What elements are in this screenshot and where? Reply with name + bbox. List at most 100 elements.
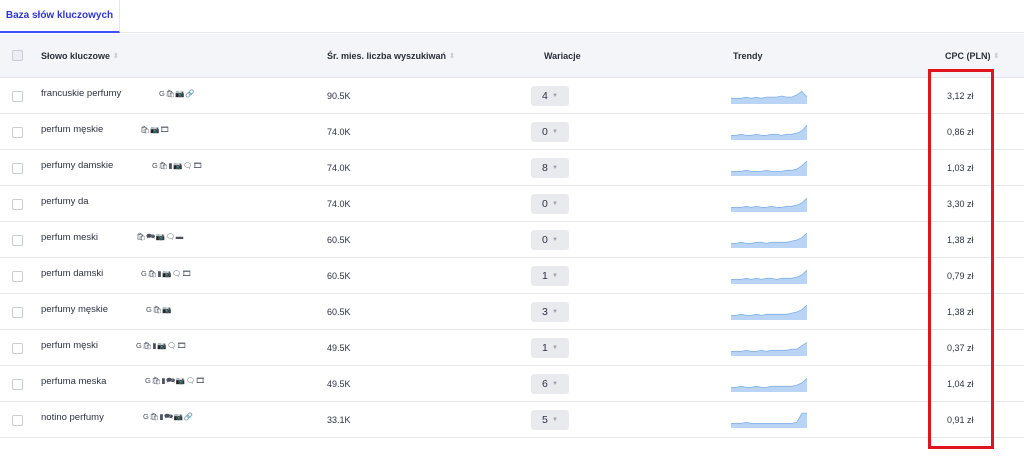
variations-count: 1 [542,342,548,354]
row-checkbox[interactable] [12,127,23,138]
keyword-cell[interactable]: notino perfumy [41,402,104,432]
table-row: perfum meski 🛍🗪📷🗨▬ 60.5K 0 ▼ 1,38 zł [0,222,1024,258]
table-row: perfumy damskie G🛍▮📷🗨🎞 74.0K 8 ▼ 1,03 zł [0,150,1024,186]
chevron-down-icon: ▼ [552,345,558,351]
keyword-cell[interactable]: perfum męski [41,330,98,360]
volume-cell: 33.1K [327,415,351,425]
volume-cell: 60.5K [327,235,351,245]
variations-count: 1 [542,270,548,282]
keyword-cell[interactable]: perfumy da [41,186,89,216]
trend-sparkline [731,412,807,428]
keyword-cell[interactable]: perfumy damskie [41,150,113,180]
chevron-down-icon: ▼ [552,237,558,243]
chevron-down-icon: ▼ [552,129,558,135]
variations-count: 0 [542,198,548,210]
table-row: notino perfumy G🛍▮🗪📷🔗 33.1K 5 ▼ 0,91 zł [0,402,1024,438]
sort-icon: ⇕ [113,52,119,60]
keyword-cell[interactable]: perfumy męskie [41,294,108,324]
table-row: perfumy da 74.0K 0 ▼ 3,30 zł [0,186,1024,222]
serp-features-icons: G🛍📷🔗 [159,88,196,98]
chevron-down-icon: ▼ [552,93,558,99]
serp-features-icons: 🛍🗪📷🗨▬ [136,231,184,241]
keyword-cell[interactable]: perfum meski [41,222,98,252]
row-checkbox[interactable] [12,343,23,354]
trend-sparkline [731,232,807,248]
trend-sparkline [731,198,807,212]
select-all-checkbox[interactable] [12,50,23,61]
keyword-cell[interactable]: perfum damski [41,258,103,288]
volume-cell: 49.5K [327,343,351,353]
variations-count: 4 [542,90,548,102]
variations-count: 3 [542,306,548,318]
table-header: Słowo kluczowe ⇕ Śr. mies. liczba wyszuki… [0,34,1024,78]
variations-count: 0 [542,234,548,246]
variations-dropdown[interactable]: 0 ▼ [531,194,569,214]
keyword-cell[interactable]: francuskie perfumy [41,78,121,108]
tab-keyword-database[interactable]: Baza słów kluczowych [0,0,120,33]
trend-sparkline [731,90,807,104]
chevron-down-icon: ▼ [552,273,558,279]
row-checkbox[interactable] [12,91,23,102]
variations-dropdown[interactable]: 0 ▼ [531,122,569,142]
row-checkbox[interactable] [12,271,23,282]
column-header-keyword[interactable]: Słowo kluczowe ⇕ [41,34,119,78]
column-header-variations: Wariacje [544,51,581,61]
row-checkbox[interactable] [12,415,23,426]
keyword-cell[interactable]: perfuma meska [41,366,106,396]
cpc-column-highlight [928,69,994,449]
variations-count: 0 [542,126,548,138]
variations-dropdown[interactable]: 0 ▼ [531,230,569,250]
variations-dropdown[interactable]: 6 ▼ [531,374,569,394]
volume-cell: 74.0K [327,163,351,173]
table-row: perfumy męskie G🛍📷 60.5K 3 ▼ 1,38 zł [0,294,1024,330]
table-row: perfum męskie 🛍📷🎞 74.0K 0 ▼ 0,86 zł [0,114,1024,150]
row-checkbox[interactable] [12,235,23,246]
chevron-down-icon: ▼ [552,165,558,171]
serp-features-icons: 🛍📷🎞 [140,124,170,134]
column-header-trends: Trendy [733,51,763,61]
variations-dropdown[interactable]: 1 ▼ [531,266,569,286]
variations-count: 6 [542,378,548,390]
column-header-volume[interactable]: Śr. mies. liczba wyszukiwań ⇕ [327,34,455,78]
variations-dropdown[interactable]: 3 ▼ [531,302,569,322]
volume-cell: 60.5K [327,307,351,317]
tab-bar: Baza słów kluczowych [0,0,1024,33]
variations-count: 8 [542,162,548,174]
table-row: perfum męski G🛍▮📷🗨🎞 49.5K 1 ▼ 0,37 zł [0,330,1024,366]
chevron-down-icon: ▼ [552,309,558,315]
sort-icon: ⇕ [449,52,455,60]
volume-cell: 90.5K [327,91,351,101]
volume-cell: 49.5K [327,379,351,389]
sort-icon: ⇕ [993,52,1000,60]
variations-dropdown[interactable]: 4 ▼ [531,86,569,106]
volume-cell: 74.0K [327,199,351,209]
trend-sparkline [731,304,807,320]
volume-cell: 74.0K [327,127,351,137]
trend-sparkline [731,270,807,284]
variations-dropdown[interactable]: 8 ▼ [531,158,569,178]
variations-count: 5 [542,414,548,426]
table-row: perfum damski G🛍▮📷🗨🎞 60.5K 1 ▼ 0,79 zł [0,258,1024,294]
trend-sparkline [731,160,807,176]
sparkline-area [731,125,807,140]
variations-dropdown[interactable]: 5 ▼ [531,410,569,430]
row-checkbox[interactable] [12,163,23,174]
trend-sparkline [731,341,807,356]
sparkline-line [731,412,807,424]
serp-features-icons: G🛍▮📷🗨🎞 [152,160,203,170]
table-body: francuskie perfumy G🛍📷🔗 90.5K 4 ▼ 3,12 zł perf… [0,78,1024,438]
serp-features-icons: G🛍▮🗪📷🗨🎞 [145,375,206,385]
row-checkbox[interactable] [12,307,23,318]
trend-sparkline [731,124,807,140]
serp-features-icons: G🛍▮📷🗨🎞 [136,340,187,350]
table-row: perfuma meska G🛍▮🗪📷🗨🎞 49.5K 6 ▼ 1,04 zł [0,366,1024,402]
chevron-down-icon: ▼ [552,381,558,387]
keyword-cell[interactable]: perfum męskie [41,114,103,144]
sparkline-area [731,413,807,428]
serp-features-icons: G🛍▮🗪📷🔗 [143,411,194,421]
row-checkbox[interactable] [12,199,23,210]
variations-dropdown[interactable]: 1 ▼ [531,338,569,358]
serp-features-icons: G🛍▮📷🗨🎞 [141,268,192,278]
table-row: francuskie perfumy G🛍📷🔗 90.5K 4 ▼ 3,12 zł [0,78,1024,114]
row-checkbox[interactable] [12,379,23,390]
